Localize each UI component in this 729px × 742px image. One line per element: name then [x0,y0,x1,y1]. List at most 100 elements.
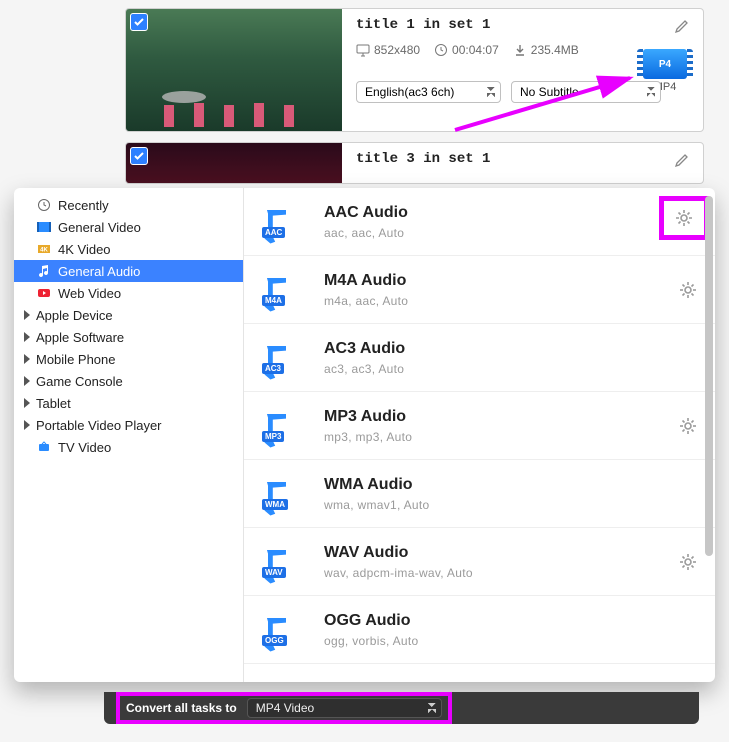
sidebar-item-apple-device[interactable]: Apple Device [14,304,243,326]
svg-text:4K: 4K [40,248,48,254]
sidebar-item-label: Portable Video Player [36,418,162,433]
sidebar-item-label: Apple Software [36,330,124,345]
sidebar-item-tablet[interactable]: Tablet [14,392,243,414]
format-settings-button[interactable] [677,279,699,301]
sidebar-item-label: Mobile Phone [36,352,116,367]
format-row-ac3[interactable]: AC3 AC3 Audio ac3, ac3, Auto [244,324,715,392]
sidebar-item-label: 4K Video [58,242,111,257]
format-title: MP3 Audio [324,408,412,426]
pencil-icon [674,18,690,34]
task-card[interactable]: title 1 in set 1 852x480 00:04:07 235.4M… [125,8,704,132]
task-checkbox[interactable] [130,13,148,31]
annotation-highlight-box [659,196,709,240]
format-title: WMA Audio [324,476,430,494]
sidebar-item-portable-video-player[interactable]: Portable Video Player [14,414,243,436]
audio-format-icon: WAV [262,540,306,584]
audio-format-icon: M4A [262,268,306,312]
duration-value: 00:04:07 [452,43,499,57]
format-title: AC3 Audio [324,340,405,358]
sidebar-item-general-video[interactable]: General Video [14,216,243,238]
pencil-icon [674,152,690,168]
youtube-icon [36,285,52,301]
edit-title-button[interactable] [669,13,695,39]
audio-track-select[interactable]: English(ac3 6ch) [356,81,501,103]
format-settings-button[interactable] [677,415,699,437]
format-chooser-panel: Recently General Video 4K 4K Video Gener… [14,188,715,682]
format-sub: wav, adpcm-ima-wav, Auto [324,566,473,580]
sidebar-item-recently[interactable]: Recently [14,194,243,216]
task-body: title 1 in set 1 852x480 00:04:07 235.4M… [342,9,703,131]
gear-icon [675,209,693,227]
sidebar-item-label: General Audio [58,264,140,279]
sidebar-item-label: Tablet [36,396,71,411]
monitor-icon [356,43,370,57]
gear-icon [679,417,697,435]
size-field: 235.4MB [513,43,579,57]
sidebar-item-game-console[interactable]: Game Console [14,370,243,392]
resolution-value: 852x480 [374,43,420,57]
audio-format-icon: OGG [262,608,306,652]
audio-format-icon: MP3 [262,404,306,448]
subtitle-select[interactable]: No Subtitle [511,81,661,103]
sidebar-item-label: Web Video [58,286,121,301]
format-settings-button[interactable] [673,207,695,229]
format-list[interactable]: AAC AAC Audio aac, aac, Auto M4A M4A Aud… [244,188,715,682]
audio-format-icon: AC3 [262,336,306,380]
format-title: WAV Audio [324,544,473,562]
resolution-field: 852x480 [356,43,420,57]
thumbnail-art [134,91,334,131]
task-checkbox[interactable] [130,147,148,165]
format-sub: mp3, mp3, Auto [324,430,412,444]
edit-title-button[interactable] [669,147,695,173]
audio-format-icon: WMA [262,472,306,516]
format-row-ogg[interactable]: OGG OGG Audio ogg, vorbis, Auto [244,596,715,664]
format-sub: ac3, ac3, Auto [324,362,405,376]
clock-icon [36,197,52,213]
gear-icon [679,553,697,571]
video-thumbnail[interactable] [126,143,342,183]
sidebar-item-label: General Video [58,220,141,235]
gear-icon [679,281,697,299]
audio-format-icon: AAC [262,200,306,244]
sidebar-item-label: Apple Device [36,308,113,323]
sidebar-item-label: Game Console [36,374,123,389]
convert-all-format-select[interactable]: MP4 Video [247,698,442,718]
format-sub: ogg, vorbis, Auto [324,634,419,648]
sidebar-item-4k-video[interactable]: 4K 4K Video [14,238,243,260]
convert-all-label: Convert all tasks to [126,701,237,715]
film-icon [36,219,52,235]
sidebar-item-label: Recently [58,198,109,213]
format-title: AAC Audio [324,204,408,222]
format-row-wma[interactable]: WMA WMA Audio wma, wmav1, Auto [244,460,715,528]
scrollbar[interactable] [705,196,713,556]
sidebar-item-web-video[interactable]: Web Video [14,282,243,304]
sidebar-item-apple-software[interactable]: Apple Software [14,326,243,348]
duration-field: 00:04:07 [434,43,499,57]
format-settings-button[interactable] [677,551,699,573]
format-title: M4A Audio [324,272,408,290]
format-sub: wma, wmav1, Auto [324,498,430,512]
download-icon [513,43,527,57]
sidebar-item-label: TV Video [58,440,111,455]
music-note-icon [36,263,52,279]
format-row-wav[interactable]: WAV WAV Audio wav, adpcm-ima-wav, Auto [244,528,715,596]
task-body: title 3 in set 1 [342,143,703,183]
format-row-m4a[interactable]: M4A M4A Audio m4a, aac, Auto [244,256,715,324]
task-title: title 1 in set 1 [356,17,689,33]
format-sub: aac, aac, Auto [324,226,408,240]
sidebar-item-tv-video[interactable]: TV Video [14,436,243,458]
bottom-toolbar: Convert all tasks to MP4 Video [104,692,699,724]
format-category-sidebar: Recently General Video 4K 4K Video Gener… [14,188,244,682]
film-icon: P4 [643,49,687,79]
format-row-aac[interactable]: AAC AAC Audio aac, aac, Auto [244,188,715,256]
sidebar-item-general-audio[interactable]: General Audio [14,260,243,282]
format-row-mp3[interactable]: MP3 MP3 Audio mp3, mp3, Auto [244,392,715,460]
sidebar-item-mobile-phone[interactable]: Mobile Phone [14,348,243,370]
task-card[interactable]: title 3 in set 1 [125,142,704,184]
video-thumbnail[interactable] [126,9,342,131]
format-sub: m4a, aac, Auto [324,294,408,308]
format-title: OGG Audio [324,612,419,630]
task-title: title 3 in set 1 [356,151,689,167]
clock-icon [434,43,448,57]
tv-icon [36,439,52,455]
